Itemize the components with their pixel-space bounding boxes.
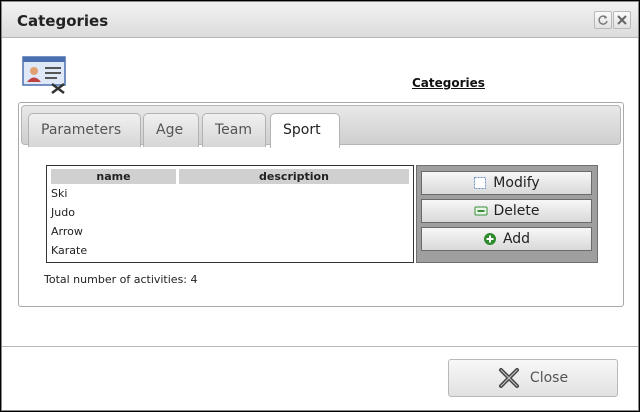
- add-icon: [483, 233, 496, 245]
- tab-strip: Parameters Age Team Sport: [21, 105, 621, 148]
- modify-label: Modify: [493, 175, 540, 191]
- tab-age[interactable]: Age: [143, 113, 199, 147]
- close-icon: [617, 15, 627, 25]
- title-bar: Categories: [2, 2, 638, 38]
- add-button[interactable]: Add: [421, 227, 592, 251]
- categories-link[interactable]: Categories: [412, 76, 485, 90]
- table-row[interactable]: Karate: [51, 243, 87, 259]
- delete-icon: [474, 206, 487, 216]
- tab-parameters[interactable]: Parameters: [28, 113, 141, 147]
- tab-sport[interactable]: Sport: [270, 113, 340, 148]
- close-button[interactable]: Close: [448, 359, 618, 397]
- column-header-description[interactable]: description: [179, 169, 409, 184]
- delete-label: Delete: [493, 203, 540, 219]
- window-title: Categories: [17, 12, 109, 30]
- column-header-name[interactable]: name: [51, 169, 176, 184]
- user-list-icon: [22, 56, 66, 94]
- close-x-icon: [498, 368, 519, 388]
- table-row[interactable]: Arrow: [51, 224, 83, 240]
- add-label: Add: [502, 231, 531, 247]
- action-button-panel: Modify Delete Add: [416, 165, 598, 263]
- modify-button[interactable]: Modify: [421, 171, 592, 195]
- delete-button[interactable]: Delete: [421, 199, 592, 223]
- table-row[interactable]: Judo: [51, 205, 75, 221]
- refresh-icon: [598, 15, 608, 25]
- tab-team[interactable]: Team: [202, 113, 266, 147]
- table-row[interactable]: Ski: [51, 186, 67, 202]
- modify-icon: [474, 177, 487, 189]
- total-activities-text: Total number of activities: 4: [44, 273, 198, 286]
- close-window-button[interactable]: [613, 11, 631, 29]
- activities-table: name description Ski Judo Arrow Karate: [46, 165, 414, 263]
- refresh-button[interactable]: [594, 11, 612, 29]
- footer-divider: [2, 346, 638, 347]
- close-label: Close: [529, 370, 569, 386]
- categories-panel: Parameters Age Team Sport name descripti…: [18, 102, 624, 307]
- categories-window: Categories Categories Parameters Age Tea…: [1, 1, 639, 411]
